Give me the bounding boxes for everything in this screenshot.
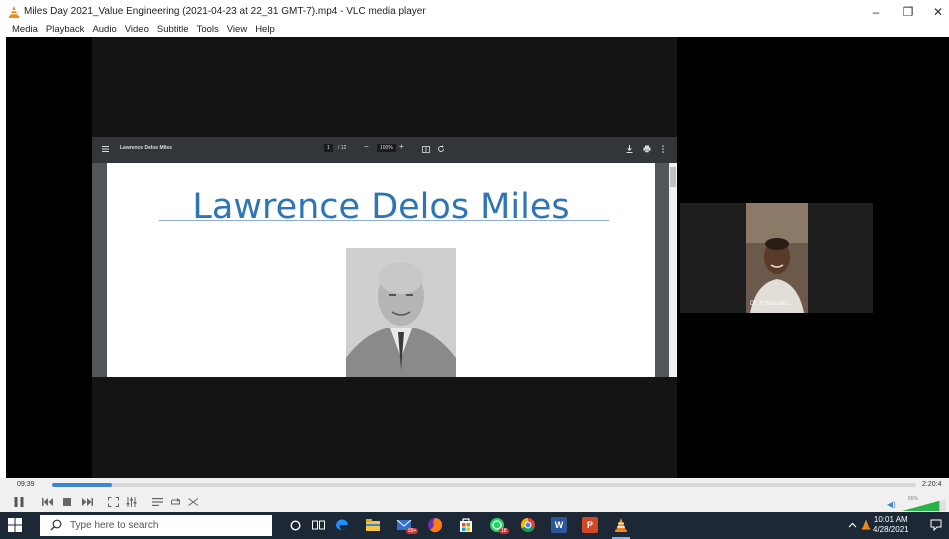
stop-button[interactable]: [58, 495, 76, 509]
cortana-icon[interactable]: [290, 520, 301, 531]
loop-button[interactable]: [166, 495, 184, 509]
seek-slider[interactable]: [52, 483, 916, 487]
volume-slider-fill: [902, 500, 940, 511]
search-placeholder: Type here to search: [70, 520, 159, 531]
word-icon[interactable]: W: [551, 517, 567, 533]
menu-subtitle[interactable]: Subtitle: [153, 22, 193, 38]
pdf-scrollbar[interactable]: [669, 163, 677, 377]
shuffle-icon: [187, 498, 198, 506]
video-area[interactable]: Lawrence Delos Miles 1 / 12 − 100% + Law…: [6, 37, 949, 478]
clock-time: 10:01 AM: [873, 515, 908, 524]
playlist-button[interactable]: [148, 495, 166, 509]
fit-page-icon[interactable]: [422, 146, 430, 153]
next-icon: [81, 498, 93, 506]
vlc-taskbar-icon[interactable]: [613, 517, 629, 533]
close-button[interactable]: ✕: [920, 2, 949, 22]
windows-start-icon[interactable]: [8, 518, 22, 532]
mail-badge: 99+: [406, 528, 419, 534]
participant-video: [746, 203, 808, 313]
file-explorer-icon[interactable]: [365, 517, 381, 533]
next-button[interactable]: [78, 495, 96, 509]
clock-date: 4/28/2021: [873, 525, 909, 534]
slide-title-underline: [159, 220, 609, 221]
time-total: 2:20:4: [922, 481, 942, 488]
volume-slider[interactable]: [902, 499, 946, 511]
shuffle-button[interactable]: [184, 495, 202, 509]
system-clock[interactable]: 10:01 AM 4/28/2021: [873, 515, 909, 535]
portrait-photo: [346, 248, 456, 377]
extended-settings-button[interactable]: [122, 495, 140, 509]
firefox-icon[interactable]: [427, 517, 443, 533]
minimize-button[interactable]: –: [858, 2, 894, 22]
menu-tools[interactable]: Tools: [193, 22, 223, 38]
print-icon[interactable]: [643, 145, 651, 153]
powerpoint-icon[interactable]: P: [582, 517, 598, 533]
slide-title: Lawrence Delos Miles: [192, 187, 570, 227]
menu-playback[interactable]: Playback: [42, 22, 89, 38]
zoom-out-icon[interactable]: −: [364, 142, 369, 151]
chrome-icon[interactable]: [520, 517, 536, 533]
rotate-icon[interactable]: [437, 145, 445, 153]
time-elapsed: 09:39: [17, 481, 35, 488]
window-title: Miles Day 2021_Value Engineering (2021-0…: [24, 6, 426, 17]
zoom-in-icon[interactable]: +: [399, 142, 404, 151]
seek-slider-fill: [52, 483, 113, 487]
fullscreen-button[interactable]: [104, 495, 122, 509]
vlc-cone-icon: [9, 6, 19, 18]
download-icon[interactable]: [626, 145, 633, 153]
menu-video[interactable]: Video: [121, 22, 153, 38]
windows-taskbar: Type here to search 99+ 18 W P 10:01 AM …: [0, 512, 949, 539]
loop-icon: [170, 498, 180, 505]
previous-icon: [41, 498, 53, 506]
task-view-icon[interactable]: [312, 519, 325, 531]
menu-help[interactable]: Help: [251, 22, 279, 38]
participant-name: Dr. H Ramakri...: [750, 301, 793, 307]
hamburger-menu-icon[interactable]: [102, 146, 109, 152]
title-bar: Miles Day 2021_Value Engineering (2021-0…: [0, 0, 949, 24]
page-total: / 12: [338, 145, 347, 151]
zoom-level[interactable]: 100%: [377, 144, 396, 152]
tray-vlc-icon[interactable]: [861, 519, 871, 530]
pdf-toolbar: Lawrence Delos Miles 1 / 12 − 100% +: [92, 137, 677, 163]
portrait-image: [346, 248, 456, 377]
tray-chevron-up-icon[interactable]: [848, 522, 857, 528]
whatsapp-badge: 18: [499, 528, 509, 534]
more-options-icon[interactable]: [662, 145, 664, 153]
menu-bar: Media Playback Audio Video Subtitle Tool…: [0, 22, 279, 38]
search-icon: [50, 519, 62, 531]
equalizer-icon: [126, 497, 136, 507]
slide-page: Lawrence Delos Miles: [107, 163, 655, 377]
notifications-icon[interactable]: [930, 519, 942, 531]
menu-media[interactable]: Media: [8, 22, 42, 38]
store-icon[interactable]: [458, 517, 474, 533]
edge-icon[interactable]: [334, 517, 350, 533]
stop-icon: [63, 498, 71, 506]
playlist-icon: [151, 498, 163, 506]
speaker-icon[interactable]: ◀︎): [887, 500, 896, 509]
menu-audio[interactable]: Audio: [88, 22, 120, 38]
page-number-input[interactable]: 1: [324, 144, 333, 152]
taskbar-search[interactable]: Type here to search: [40, 515, 272, 536]
menu-view[interactable]: View: [223, 22, 251, 38]
previous-button[interactable]: [38, 495, 56, 509]
fullscreen-icon: [107, 497, 119, 507]
seek-bar-area: 09:39 2:20:4: [0, 478, 949, 492]
playback-controls: ◀︎) 85%: [0, 492, 949, 512]
pause-icon: [14, 497, 24, 507]
pdf-doc-name: Lawrence Delos Miles: [120, 145, 172, 151]
participant-image: [746, 203, 808, 313]
pause-button[interactable]: [10, 495, 28, 509]
pdf-scrollbar-thumb[interactable]: [670, 167, 676, 187]
